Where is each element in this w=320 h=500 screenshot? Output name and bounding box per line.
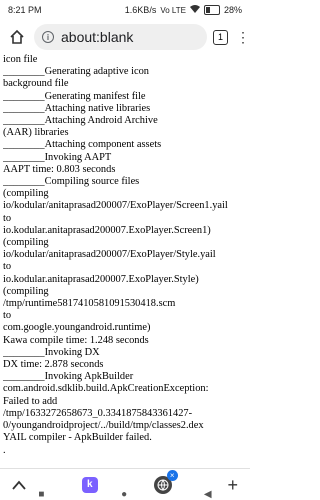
wifi-icon [189, 5, 200, 15]
log-line: ________Generating adaptive icon [3, 66, 150, 78]
log-line: Kawa compile time: 1.248 seconds [3, 334, 149, 346]
log-line: ________Compiling source files [3, 176, 140, 188]
log-line: to [3, 261, 12, 273]
log-line: ________Attaching native libraries [3, 102, 151, 114]
back-nav-icon[interactable]: ◀ [204, 489, 212, 500]
log-line: ________Invoking AAPT [3, 151, 112, 163]
log-line: (AAR) libraries [3, 127, 69, 139]
log-line: to [3, 212, 12, 224]
log-line: 0/youngandroidproject/../build/tmp/class… [3, 420, 204, 432]
battery-level: 28% [223, 5, 242, 15]
log-line: io/kodular/anitaprasad200007/ExoPlayer/S… [3, 249, 216, 261]
log-line: ________Invoking DX [3, 346, 100, 358]
address-bar[interactable]: i about:blank [34, 24, 207, 50]
tab-switcher-button[interactable]: 1 [213, 29, 228, 45]
log-line: io.kodular.anitaprasad200007.ExoPlayer.S… [3, 224, 211, 236]
log-line: io/kodular/anitaprasad200007/ExoPlayer/S… [3, 200, 228, 212]
log-line: . [3, 444, 6, 456]
build-log: icon file ________Generating adaptive ico… [3, 54, 247, 468]
log-line: Failed to add [3, 395, 58, 407]
log-line: YAIL compiler - ApkBuilder failed. [3, 432, 152, 444]
log-line: background file [3, 78, 69, 90]
log-line: to [3, 310, 12, 322]
close-icon[interactable]: × [166, 469, 178, 481]
log-line: com.android.sdklib.build.ApkCreationExce… [3, 383, 209, 395]
status-bar: 8:21 PM 1.6KB/s Vo LTE 28% [0, 0, 250, 20]
log-line: ________Attaching component assets [3, 139, 162, 151]
recents-icon[interactable]: ■ [38, 489, 44, 500]
log-line: (compiling [3, 237, 49, 249]
home-nav-icon[interactable]: ● [121, 489, 127, 500]
battery-icon [203, 5, 220, 15]
browser-toolbar: i about:blank 1 ⋮ [0, 20, 250, 54]
log-line: (compiling [3, 188, 49, 200]
log-line: AAPT time: 0.803 seconds [3, 163, 116, 175]
log-line: com.google.youngandroid.runtime) [3, 322, 151, 334]
log-line: io.kodular.anitaprasad200007.ExoPlayer.S… [3, 273, 199, 285]
log-line: /tmp/runtime5817410581091530418.scm [3, 298, 176, 310]
log-line: ________Attaching Android Archive [3, 115, 158, 127]
more-vert-icon[interactable]: ⋮ [236, 30, 250, 44]
status-time: 8:21 PM [8, 5, 42, 15]
system-nav-bar: ■ ● ◀ [0, 488, 250, 500]
log-line: ________Generating manifest file [3, 90, 146, 102]
url-text: about:blank [61, 29, 134, 45]
signal-icon: Vo LTE [160, 5, 186, 15]
net-speed: 1.6KB/s [124, 5, 157, 15]
log-line: DX time: 2.878 seconds [3, 359, 104, 371]
home-icon[interactable] [6, 26, 28, 48]
log-line: (compiling [3, 285, 49, 297]
info-icon[interactable]: i [42, 31, 54, 43]
log-line: /tmp/1633272658673_0.3341875843361427- [3, 407, 193, 419]
log-line: icon file [3, 54, 38, 65]
status-right: 1.6KB/s Vo LTE 28% [125, 5, 242, 15]
log-line: ________Invoking ApkBuilder [3, 371, 134, 383]
